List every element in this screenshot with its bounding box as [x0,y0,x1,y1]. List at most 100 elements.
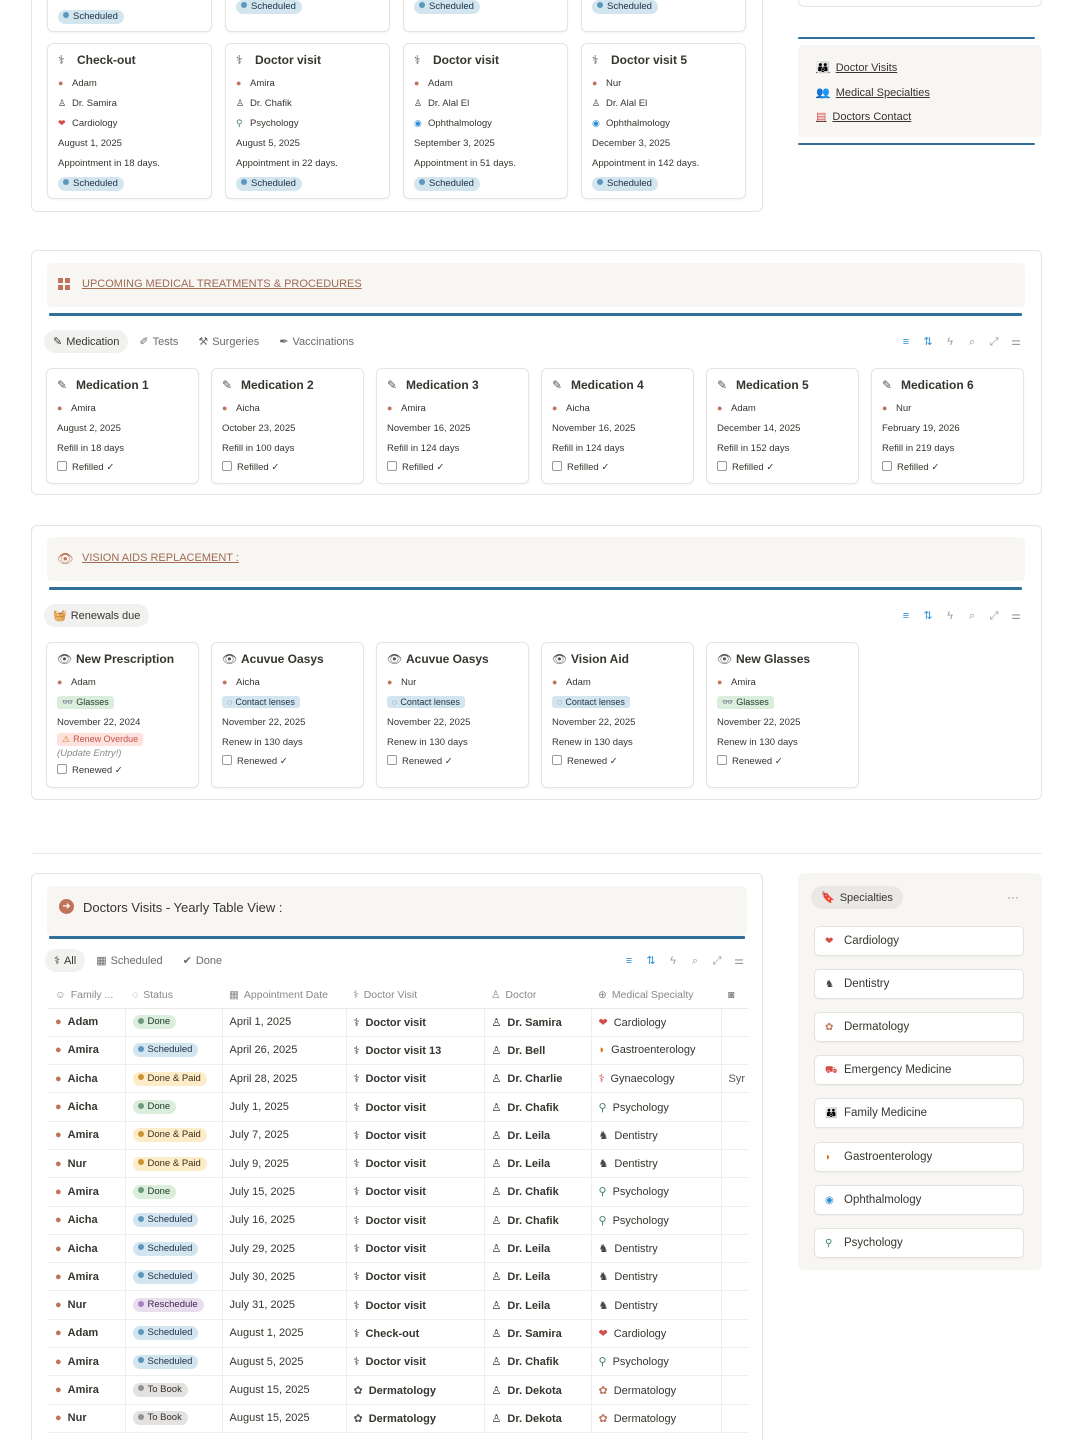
medication-card[interactable]: ✎ Medication 4 ● Aicha November 16, 2025 R… [541,368,694,484]
treatments-title[interactable]: UPCOMING MEDICAL TREATMENTS & PROCEDURES [82,278,362,290]
column-header[interactable]: ☺ Family ... [48,982,125,1009]
medication-card[interactable]: ✎ Medication 3 ● Amira November 16, 2025 R… [376,368,529,484]
vision-card[interactable]: 👁 New Glasses ● Amira 👓 Glasses November 22… [706,642,859,788]
renewed-checkbox[interactable] [57,764,67,775]
vision-title[interactable]: VISION AIDS REPLACEMENT : [82,552,239,564]
settings-icon[interactable]: ⚌ [728,954,750,967]
table-row[interactable]: ● Amira Scheduled August 5, 2025 ⚕ Doctor … [48,1347,748,1377]
specialty-item[interactable]: ♞ Dentistry [814,969,1024,1000]
side-link-1[interactable]: 👥 Medical Specialties [816,86,930,99]
renewed-checkbox[interactable] [717,755,727,766]
refilled-checkbox[interactable] [57,461,67,472]
column-header[interactable]: ♙ Doctor [484,982,591,1009]
expand-icon[interactable]: ⤢ [706,955,728,968]
refilled-checkbox[interactable] [882,461,892,472]
visit-card[interactable]: ⚕ Doctor visit ● Adam ♙ Dr. Alal El ◉ Ophtha… [403,43,568,199]
partial-card[interactable]: Scheduled [403,0,568,32]
vision-card[interactable]: 👁 Vision Aid ● Adam ◌ Contact lenses Novemb… [541,642,694,788]
automation-icon[interactable]: ϟ [939,610,961,622]
doctor-icon: ♙ [491,1101,502,1114]
search-icon[interactable]: ⌕ [961,336,983,349]
table-row[interactable]: ● Nur Reschedule July 31, 2025 ⚕ Doctor vi… [48,1290,748,1320]
settings-icon[interactable]: ⚌ [1005,609,1027,622]
aid-type-tag: ◌ Contact lenses [387,696,465,708]
partial-card[interactable]: (Appointment date overdue) Scheduled [47,0,212,32]
filter-icon[interactable]: ≡ [895,610,917,622]
table-row[interactable]: ● Aicha Scheduled July 16, 2025 ⚕ Doctor v… [48,1206,748,1235]
column-header[interactable]: ⊕ Medical Specialty [591,982,721,1009]
sort-icon[interactable]: ⇅ [640,954,662,967]
partial-card[interactable]: Scheduled [581,0,746,32]
column-header[interactable]: ◌ Status [125,982,222,1009]
status-badge: Done & Paid [132,1156,207,1171]
filter-icon[interactable]: ≡ [618,955,640,967]
automation-icon[interactable]: ϟ [662,955,684,967]
renewed-checkbox[interactable] [387,755,397,766]
tab-done[interactable]: ✔ Done [174,949,232,972]
table-row[interactable]: ● Adam Scheduled August 1, 2025 ⚕ Check-ou… [48,1319,748,1349]
tab-all[interactable]: ⚕ All [45,949,86,972]
settings-icon[interactable]: ⚌ [1005,335,1027,348]
visit-card[interactable]: ⚕ Doctor visit 5 ● Nur ♙ Dr. Alal El ◉ Ophth… [581,43,746,199]
tab-vaccinations[interactable]: ✒ Vaccinations [270,330,363,353]
refilled-checkbox[interactable] [222,461,232,472]
table-row[interactable]: ● Aicha Done & Paid April 28, 2025 ⚕ Docto… [48,1064,748,1094]
refilled-checkbox[interactable] [387,461,397,472]
automation-icon[interactable]: ϟ [939,336,961,348]
specialty-item[interactable]: ✿ Dermatology [814,1012,1024,1043]
renewed-checkbox[interactable] [552,755,562,766]
medication-card[interactable]: ✎ Medication 5 ● Adam December 14, 2025 Re… [706,368,859,484]
refilled-checkbox[interactable] [552,461,562,472]
specialty-item[interactable]: ◗ Gastroenterology [814,1141,1024,1172]
partial-card[interactable]: Scheduled [225,0,390,32]
specialty-item[interactable]: ◉ Ophthalmology [814,1184,1024,1215]
sort-icon[interactable]: ⇅ [917,609,939,622]
medication-card[interactable]: ✎ Medication 6 ● Nur February 19, 2026 Ref… [871,368,1024,484]
tab-renewals-due[interactable]: 🧺 Renewals due [44,604,150,627]
column-header[interactable]: ⚕ Doctor Visit [346,982,484,1009]
side-link-2[interactable]: ▤ Doctors Contact [816,110,911,123]
search-icon[interactable]: ⌕ [961,610,983,623]
sort-icon[interactable]: ⇅ [917,335,939,348]
table-row[interactable]: ● Nur To Book August 15, 2025 ✿ Dermatolog… [48,1404,748,1433]
tab-medication[interactable]: ✎ Medication [44,330,129,353]
vision-card[interactable]: 👁 Acuvue Oasys ● Aicha ◌ Contact lenses Nov… [211,642,364,788]
tab-tests[interactable]: ✐ Tests [130,330,187,353]
person-icon: ● [592,78,598,88]
vision-card[interactable]: 👁 New Prescription ● Adam 👓 Glasses Novembe… [46,642,199,788]
medication-card[interactable]: ✎ Medication 1 ● Amira August 2, 2025 Refi… [46,368,199,484]
table-row[interactable]: ● Adam Done April 1, 2025 ⚕ Doctor visit ♙… [48,1008,748,1037]
table-row[interactable]: ● Amira Done July 15, 2025 ⚕ Doctor visit … [48,1177,748,1207]
table-row[interactable]: ● Amira Scheduled April 26, 2025 ⚕ Doctor … [48,1036,748,1066]
brain-icon: ⚲ [236,118,243,128]
search-icon[interactable]: ⌕ [684,955,706,968]
vision-card[interactable]: 👁 Acuvue Oasys ● Nur ◌ Contact lenses Novem… [376,642,529,788]
table-row[interactable]: ● Aicha Done July 1, 2025 ⚕ Doctor visit ♙… [48,1092,748,1122]
specialty-item[interactable]: ⚲ Psychology [814,1227,1024,1258]
tab-surgeries[interactable]: ⚒ Surgeries [189,330,268,353]
specialty-item[interactable]: ❤ Cardiology [814,926,1024,956]
expand-icon[interactable]: ⤢ [983,336,1005,349]
table-row[interactable]: ● Amira To Book August 15, 2025 ✿ Dermatol… [48,1375,748,1405]
medication-card[interactable]: ✎ Medication 2 ● Aicha October 23, 2025 Re… [211,368,364,484]
side-link-0[interactable]: 👪 Doctor Visits [816,61,897,74]
refilled-checkbox[interactable] [717,461,727,472]
specialty-item[interactable]: 👪 Family Medicine [814,1098,1024,1129]
column-header-overflow[interactable]: ◙ [721,982,748,1009]
visit-card[interactable]: ⚕ Doctor visit ● Amira ♙ Dr. Chafik ⚲ Psycho… [225,43,390,199]
table-row[interactable]: ● Amira Done & Paid July 7, 2025 ⚕ Doctor … [48,1121,748,1150]
yearly-table: ☺ Family ... ◌ Status ▦ Appointment Date ⚕ Doct… [48,982,748,1433]
status-badge: Done & Paid [132,1128,207,1143]
expand-icon[interactable]: ⤢ [983,610,1005,623]
table-row[interactable]: ● Aicha Scheduled July 29, 2025 ⚕ Doctor v… [48,1234,748,1264]
column-header[interactable]: ▦ Appointment Date [222,982,346,1009]
renewed-checkbox[interactable] [222,755,232,766]
tab-scheduled[interactable]: ▦ Scheduled [87,949,171,972]
specialty-item[interactable]: ⛟ Emergency Medicine [814,1055,1024,1086]
filter-icon[interactable]: ≡ [895,336,917,348]
more-options-icon[interactable]: ··· [1007,890,1019,904]
specialties-tab[interactable]: 🔖 Specialties [811,886,903,909]
visit-card[interactable]: ⚕ Check-out ● Adam ♙ Dr. Samira ❤ Cardiology… [47,43,212,199]
table-row[interactable]: ● Amira Scheduled July 30, 2025 ⚕ Doctor v… [48,1262,748,1292]
table-row[interactable]: ● Nur Done & Paid July 9, 2025 ⚕ Doctor vi… [48,1149,748,1179]
